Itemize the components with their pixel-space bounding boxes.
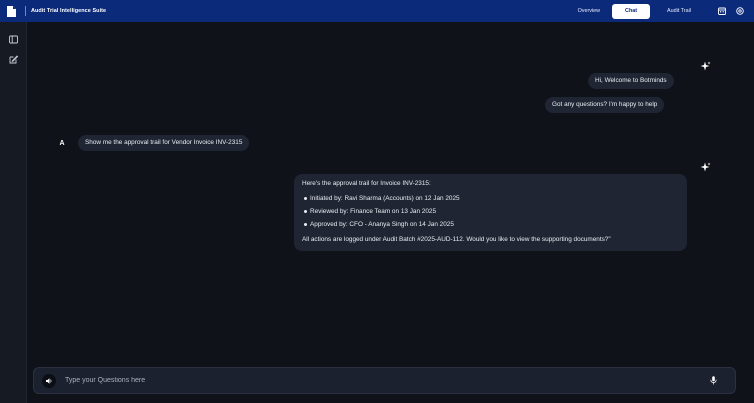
top-bar: Audit Trial Intelligence Suite Overview … [0,0,754,22]
document-icon[interactable] [0,0,22,22]
sparkle-icon [700,61,711,71]
sidebar [0,22,27,403]
sidebar-toggle-button[interactable] [0,29,27,49]
tab-audit-trail[interactable]: Audit Trail [660,8,698,14]
calendar-icon[interactable] [718,2,726,20]
new-chat-icon [9,54,18,63]
sidebar-toggle-icon [9,35,18,43]
answer-outro: All actions are logged under Audit Batch… [302,236,611,243]
microphone-icon [709,376,717,385]
mic-button[interactable] [705,373,721,389]
sparkle-icon [700,162,711,172]
chat-input[interactable] [65,377,705,384]
app-title: Audit Trial Intelligence Suite [31,8,107,14]
avatar: A [59,140,65,147]
tab-overview[interactable]: Overview [571,8,607,14]
tab-chat[interactable]: Chat [612,3,651,19]
new-chat-button[interactable] [0,49,27,69]
bot-greeting-bubble: Hi, Welcome to Botminds [588,73,674,89]
title-divider [25,6,26,16]
list-item: Approved by: CFO - Ananya Singh on 14 Ja… [302,218,679,231]
chat-area: Hi, Welcome to Botminds Got any question… [27,22,754,403]
answer-intro: Here's the approval trail for Invoice IN… [302,180,431,187]
speaker-icon [46,377,52,384]
settings-icon[interactable] [736,2,744,20]
main-nav: Overview Chat Audit Trail [571,0,698,22]
list-item: Reviewed by: Finance Team on 13 Jan 2025 [302,205,679,218]
approval-list: Initiated by: Ravi Sharma (Accounts) on … [302,192,679,231]
bot-greeting-bubble: Got any questions? I'm happy to help [545,97,665,113]
chat-input-bar [33,367,736,394]
top-icons [718,0,744,22]
speaker-button[interactable] [42,373,56,388]
bot-answer-bubble: Here's the approval trail for Invoice IN… [294,174,687,251]
user-message-bubble: Show me the approval trail for Vendor In… [78,135,250,151]
list-item: Initiated by: Ravi Sharma (Accounts) on … [302,192,679,205]
